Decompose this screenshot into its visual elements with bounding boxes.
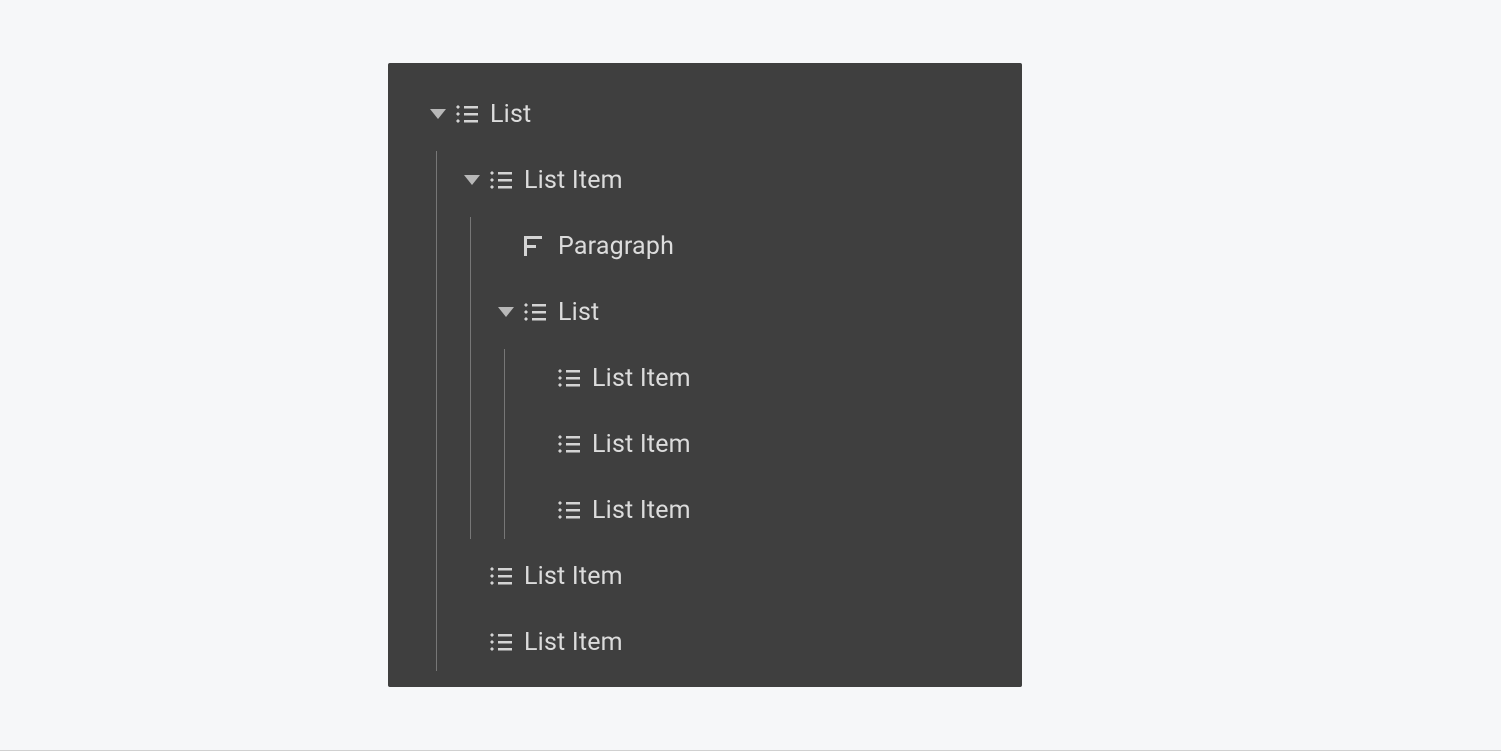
tree-node-label: List Item [524, 562, 623, 591]
list-icon [490, 171, 512, 189]
tree-node-list[interactable]: List [426, 81, 1022, 147]
tree-node-label: Paragraph [558, 232, 674, 261]
chevron-down-icon[interactable] [494, 307, 518, 317]
navigator-panel: List List Item Paragraph List [388, 63, 1022, 687]
tree-node-list[interactable]: List [494, 279, 1022, 345]
list-icon [490, 567, 512, 585]
tree-node-label: List Item [592, 364, 691, 393]
list-icon [524, 303, 546, 321]
tree-node-list-item[interactable]: List Item [460, 147, 1022, 213]
list-icon [456, 105, 478, 123]
tree-children: Paragraph List List Item List Item [470, 213, 1022, 543]
tree-node-label: List Item [592, 430, 691, 459]
chevron-down-icon[interactable] [426, 109, 450, 119]
tree-node-label: List [558, 298, 599, 327]
tree-node-list-item[interactable]: List Item [528, 345, 1022, 411]
tree-node-label: List Item [592, 496, 691, 525]
list-icon [558, 369, 580, 387]
list-icon [558, 435, 580, 453]
paragraph-icon [524, 236, 542, 256]
chevron-down-icon[interactable] [460, 175, 484, 185]
tree-node-list-item[interactable]: List Item [460, 543, 1022, 609]
tree-node-list-item[interactable]: List Item [528, 477, 1022, 543]
list-icon [490, 633, 512, 651]
tree-node-list-item[interactable]: List Item [528, 411, 1022, 477]
tree-children: List Item Paragraph List List Item [436, 147, 1022, 675]
tree-node-label: List Item [524, 166, 623, 195]
tree-node-list-item[interactable]: List Item [460, 609, 1022, 675]
tree-children: List Item List Item List Item [504, 345, 1022, 543]
tree-node-paragraph[interactable]: Paragraph [494, 213, 1022, 279]
tree-node-label: List [490, 100, 531, 129]
list-icon [558, 501, 580, 519]
tree-node-label: List Item [524, 628, 623, 657]
